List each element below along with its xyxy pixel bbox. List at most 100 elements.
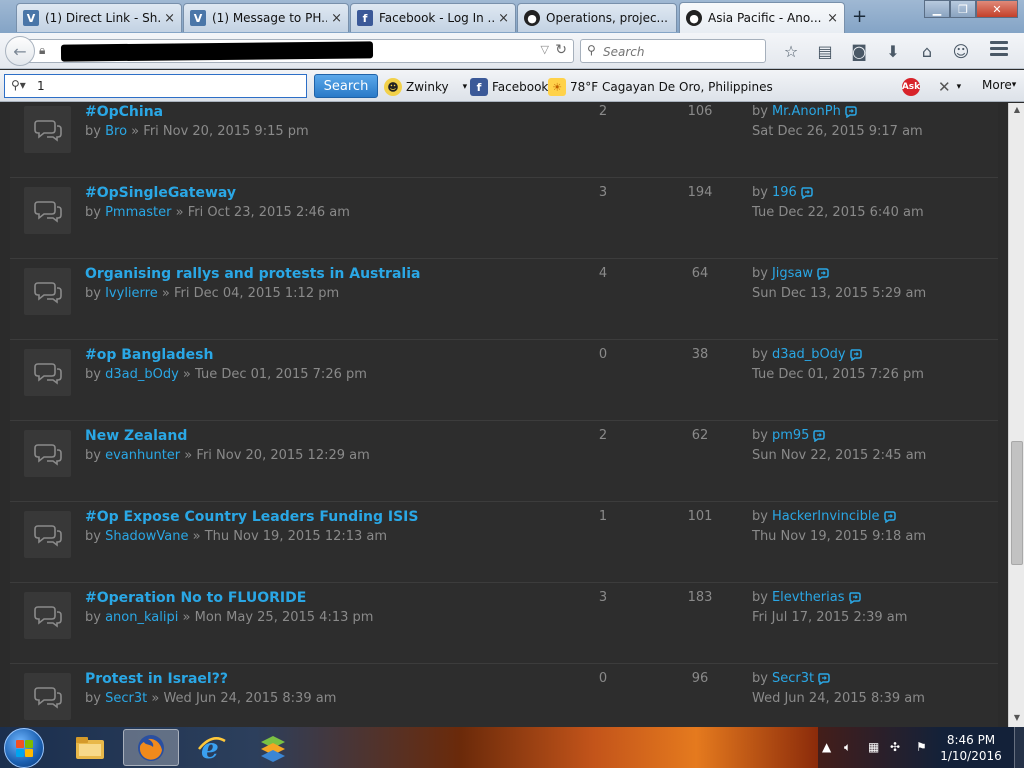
zwinky-button[interactable]: ☻ Zwinky ▾ — [384, 78, 467, 96]
close-window-button[interactable]: ✕ — [976, 0, 1018, 18]
toolbar-search-input[interactable]: ⚲▾ 1 — [4, 74, 307, 98]
topic-title-link[interactable]: Protest in Israel?? — [85, 671, 228, 687]
chevron-down-icon[interactable]: ▾ — [463, 82, 468, 92]
tab-direct-link[interactable]: V (1) Direct Link - Sh... × — [16, 3, 182, 32]
maximize-button[interactable]: ❐ — [950, 0, 976, 18]
taskbar-explorer[interactable] — [62, 729, 118, 766]
topic-title-link[interactable]: #Operation No to FLUORIDE — [85, 590, 306, 606]
history-dropdown-icon[interactable]: ▽ — [541, 43, 549, 56]
topic-title-link[interactable]: #Op Expose Country Leaders Funding ISIS — [85, 509, 418, 525]
last-poster-link[interactable]: Secr3t — [772, 671, 814, 686]
taskbar-bluestacks[interactable] — [245, 729, 301, 766]
topic-author-link[interactable]: evanhunter — [105, 448, 180, 463]
close-icon[interactable]: × — [498, 11, 509, 26]
facebook-icon: f — [357, 10, 373, 26]
topic-read-icon — [24, 430, 71, 477]
last-poster-link[interactable]: HackerInvincible — [772, 509, 880, 524]
topic-author-link[interactable]: d3ad_bOdy — [105, 367, 179, 382]
folder-icon — [76, 736, 104, 759]
bookmark-star-icon[interactable]: ☆ — [774, 39, 808, 63]
url-bar[interactable]: 🔒︎ ▽ ↻ — [28, 39, 574, 63]
download-icon[interactable]: ⬇ — [876, 39, 910, 63]
topic-title-link[interactable]: #OpChina — [85, 104, 163, 120]
close-icon[interactable]: × — [827, 11, 838, 26]
start-button[interactable] — [4, 728, 44, 768]
devices-icon[interactable]: ✣ — [890, 740, 900, 754]
topic-author-link[interactable]: Pmmaster — [105, 205, 171, 220]
ask-logo-button[interactable]: Ask — [902, 78, 924, 96]
goto-last-post-icon[interactable] — [845, 591, 862, 604]
topic-author-link[interactable]: anon_kalipi — [105, 610, 178, 625]
network-icon[interactable]: ▦ — [868, 740, 879, 754]
facebook-toolbar-button[interactable]: f Facebook — [470, 78, 548, 96]
show-desktop-button[interactable] — [1014, 727, 1024, 768]
taskbar-internet-explorer[interactable]: e — [184, 729, 240, 766]
new-tab-button[interactable]: + — [852, 6, 867, 27]
topic-replies-count: 4 — [598, 266, 608, 281]
last-poster-link[interactable]: Mr.AnonPh — [772, 104, 841, 119]
chat-icon[interactable]: ☺ — [944, 39, 978, 63]
topic-author-link[interactable]: Bro — [105, 124, 127, 139]
scroll-up-icon[interactable]: ▲ — [1011, 105, 1023, 117]
browser-search-input[interactable] — [603, 43, 753, 60]
show-hidden-icons-icon[interactable]: ▲ — [822, 740, 831, 754]
goto-last-post-icon[interactable] — [880, 510, 897, 523]
table-row: #OpChina by Bro » Fri Nov 20, 2015 9:15 p… — [10, 103, 998, 178]
window-controls: ▁ ❐ ✕ — [924, 0, 1018, 18]
tab-asia-pacific[interactable]: ● Asia Pacific - Ano... × — [679, 2, 845, 33]
more-label: More — [982, 78, 1012, 92]
topic-replies-count: 2 — [598, 104, 608, 119]
tab-label: Operations, projec... — [546, 11, 668, 25]
weather-button[interactable]: ☀ 78°F Cagayan De Oro, Philippines — [548, 78, 773, 96]
taskbar-clock[interactable]: 8:46 PM 1/10/2016 — [936, 732, 1006, 764]
last-poster-link[interactable]: d3ad_bOdy — [772, 347, 846, 362]
back-button[interactable]: ← — [5, 36, 35, 66]
volume-icon[interactable]: 🔈︎ — [844, 740, 851, 755]
tab-operations[interactable]: ● Operations, projec... — [517, 3, 677, 32]
action-center-flag-icon[interactable]: ⚑ — [916, 740, 927, 754]
minimize-button[interactable]: ▁ — [924, 0, 950, 18]
last-poster-link[interactable]: Elevtherias — [772, 590, 845, 605]
topic-posted-date: Thu Nov 19, 2015 12:13 am — [204, 529, 388, 544]
more-button[interactable]: More ▾ — [982, 78, 1016, 92]
menu-button[interactable] — [990, 41, 1008, 59]
topic-title-link[interactable]: Organising rallys and protests in Austra… — [85, 266, 420, 282]
topic-views-count: 106 — [687, 104, 713, 119]
last-poster-link[interactable]: 196 — [772, 185, 797, 200]
scroll-down-icon[interactable]: ▼ — [1011, 713, 1023, 725]
vertical-scrollbar[interactable]: ▲ ▼ — [1008, 103, 1024, 727]
bookmarks-list-icon[interactable]: ▤ — [808, 39, 842, 63]
zwinky-label: Zwinky — [406, 80, 449, 94]
toolbar-search-button[interactable]: Search — [314, 74, 378, 98]
goto-last-post-icon[interactable] — [846, 348, 863, 361]
topic-replies-count: 0 — [598, 671, 608, 686]
goto-last-post-icon[interactable] — [809, 429, 826, 442]
reload-icon[interactable]: ↻ — [555, 42, 567, 58]
goto-last-post-icon[interactable] — [841, 105, 858, 118]
taskbar-firefox[interactable] — [123, 729, 179, 766]
pocket-icon[interactable]: ◙ — [842, 39, 876, 63]
close-icon[interactable]: × — [164, 11, 175, 26]
tab-message[interactable]: V (1) Message to PH... × — [183, 3, 349, 32]
browser-search-box[interactable]: ⚲ — [580, 39, 766, 63]
scrollbar-thumb[interactable] — [1011, 441, 1023, 565]
last-poster-link[interactable]: Jigsaw — [772, 266, 813, 281]
tab-facebook[interactable]: f Facebook - Log In ... × — [350, 3, 516, 32]
goto-last-post-svg — [849, 348, 862, 361]
last-poster-link[interactable]: pm95 — [772, 428, 809, 443]
goto-last-post-icon[interactable] — [814, 672, 831, 685]
topic-title-link[interactable]: #OpSingleGateway — [85, 185, 236, 201]
last-post-date: Thu Nov 19, 2015 9:18 am — [752, 529, 927, 544]
close-icon[interactable]: × — [331, 11, 342, 26]
topic-author-link[interactable]: Secr3t — [105, 691, 147, 706]
topic-title-link[interactable]: New Zealand — [85, 428, 187, 444]
home-icon[interactable]: ⌂ — [910, 39, 944, 63]
topic-title-link[interactable]: #op Bangladesh — [85, 347, 213, 363]
goto-last-post-icon[interactable] — [797, 186, 814, 199]
topic-author-link[interactable]: Ivylierre — [105, 286, 158, 301]
topic-posted-date: Fri Dec 04, 2015 1:12 pm — [173, 286, 340, 301]
goto-last-post-icon[interactable] — [813, 267, 830, 280]
topic-author-link[interactable]: ShadowVane — [105, 529, 188, 544]
toolbar-options-button[interactable]: ✕ ▾ — [938, 78, 961, 96]
topic-posted-date: Fri Nov 20, 2015 12:29 am — [196, 448, 370, 463]
